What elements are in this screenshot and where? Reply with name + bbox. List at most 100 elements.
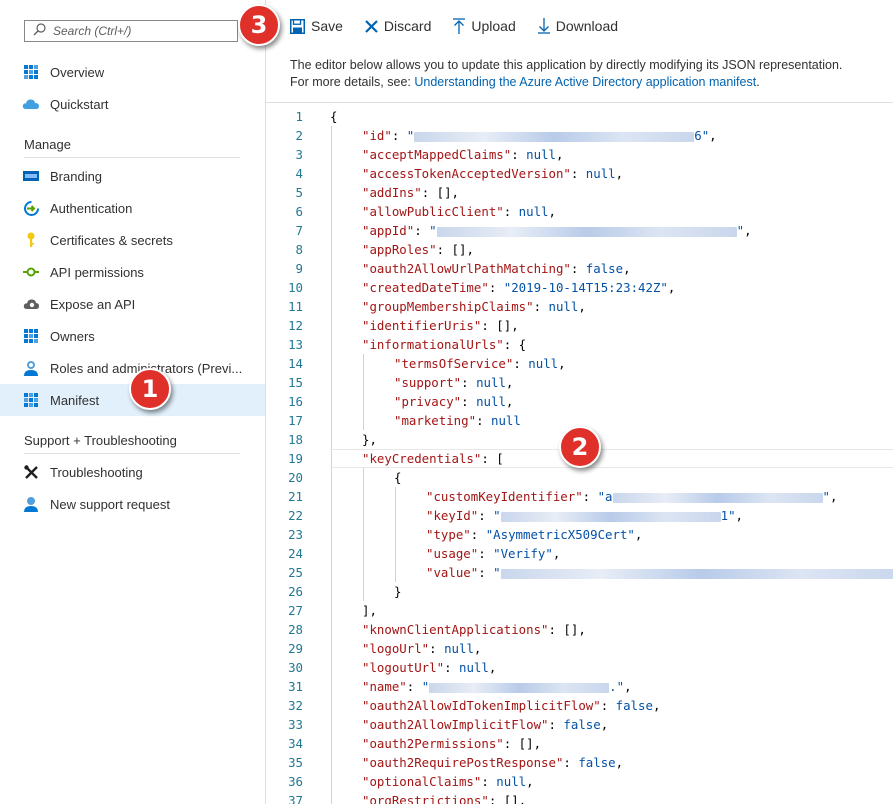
editor-line: 34 "oauth2Permissions": [], [265, 734, 893, 753]
divider [24, 453, 240, 454]
download-button[interactable]: Download [537, 18, 618, 34]
sidebar-item-label: Quickstart [50, 96, 109, 112]
upload-label: Upload [471, 18, 516, 34]
line-number: 33 [288, 717, 303, 732]
line-number: 23 [288, 527, 303, 542]
code-text: "oauth2RequirePostResponse": false, [362, 753, 623, 772]
code-text: "allowPublicClient": null, [362, 202, 556, 221]
sidebar-item-api-permissions[interactable]: API permissions [0, 256, 265, 288]
sidebar-item-label: Branding [50, 168, 103, 184]
line-number: 17 [288, 413, 303, 428]
code-token: , [667, 280, 676, 295]
code-text: "usage": "Verify", [426, 544, 560, 563]
code-token: "type" [426, 527, 471, 542]
code-token: null [458, 660, 489, 675]
sidebar-item-owners[interactable]: Owners [0, 320, 265, 352]
sidebar-item-expose-an-api[interactable]: Expose an API [0, 288, 265, 320]
discard-label: Discard [383, 18, 432, 34]
code-token: null [548, 299, 579, 314]
code-text: "keyCredentials": [ [362, 449, 504, 468]
code-token: "keyCredentials" [362, 451, 482, 466]
editor-line: 37 "orgRestrictions": [], [265, 791, 893, 804]
save-button[interactable]: Save [290, 18, 343, 34]
divider [24, 157, 240, 158]
line-number: 27 [288, 603, 303, 618]
code-text: "acceptMappedClaims": null, [362, 145, 563, 164]
code-text: } [394, 582, 401, 601]
code-text: "addIns": [], [362, 183, 459, 202]
code-token: "value" [426, 565, 479, 580]
code-token: , [615, 755, 624, 770]
owners-grid-icon [22, 327, 40, 345]
code-text: "name": " .", [362, 677, 632, 696]
sidebar-item-authentication[interactable]: Authentication [0, 192, 265, 224]
code-token: "informationalUrls" [362, 337, 504, 352]
code-text: ], [362, 601, 377, 620]
code-token: : { [503, 337, 527, 352]
code-token: "acceptMappedClaims" [362, 147, 512, 162]
line-number: 9 [295, 261, 303, 276]
sidebar-item-certificates-secrets[interactable]: Certificates & secrets [0, 224, 265, 256]
line-number: 37 [288, 793, 303, 804]
line-number: 26 [288, 584, 303, 599]
editor-line: 24 "usage": "Verify", [265, 544, 893, 563]
code-token: : [548, 717, 564, 732]
code-token: ], [362, 603, 377, 618]
search-box[interactable] [24, 20, 238, 42]
key-icon [22, 231, 40, 249]
line-number: 36 [288, 774, 303, 789]
editor-line: 22 "keyId": " 1", [265, 506, 893, 525]
code-token: , [488, 660, 497, 675]
line-number: 34 [288, 736, 303, 751]
editor-line: 11 "groupMembershipClaims": null, [265, 297, 893, 316]
manifest-docs-link[interactable]: Understanding the Azure Active Directory… [414, 75, 756, 89]
code-token: : [513, 356, 529, 371]
upload-button[interactable]: Upload [453, 18, 516, 34]
code-token: ." [609, 679, 625, 694]
search-input[interactable] [53, 24, 223, 38]
code-token: "groupMembershipClaims" [362, 299, 534, 314]
code-token: : [], [548, 622, 586, 637]
editor-line: 32 "oauth2AllowIdTokenImplicitFlow": fals… [265, 696, 893, 715]
editor-line: 6 "allowPublicClient": null, [265, 202, 893, 221]
step-badge-1: 1 [129, 368, 171, 410]
editor-line: 27], [265, 601, 893, 620]
code-token: , [615, 166, 624, 181]
line-number: 12 [288, 318, 303, 333]
code-token: "customKeyIdentifier" [426, 489, 583, 504]
code-token: " [493, 508, 501, 523]
sidebar-item-overview[interactable]: Overview [0, 56, 265, 88]
code-text: "groupMembershipClaims": null, [362, 297, 586, 316]
sidebar-item-label: Expose an API [50, 296, 136, 312]
code-token: : [582, 489, 598, 504]
code-token: : [533, 299, 549, 314]
code-token: null [496, 774, 527, 789]
sidebar-item-branding[interactable]: Branding [0, 160, 265, 192]
code-token: "privacy" [394, 394, 462, 409]
code-token: 1" [720, 508, 736, 523]
code-token: null [585, 166, 616, 181]
code-token: "knownClientApplications" [362, 622, 549, 637]
code-text: "oauth2AllowUrlPathMatching": false, [362, 259, 631, 278]
code-token: "appRoles" [362, 242, 437, 257]
line-number: 10 [288, 280, 303, 295]
sidebar-item-label: Overview [50, 64, 105, 80]
sidebar-item-new-support-request[interactable]: New support request [0, 488, 265, 520]
code-token: " [493, 565, 501, 580]
editor-line: 14 "termsOfService": null, [265, 354, 893, 373]
line-number: 3 [295, 147, 303, 162]
manifest-description: The editor below allows you to update th… [290, 57, 890, 91]
editor-line: 15 "support": null, [265, 373, 893, 392]
sidebar-item-troubleshooting[interactable]: Troubleshooting [0, 456, 265, 488]
support-user-icon [22, 495, 40, 513]
discard-button[interactable]: Discard [365, 18, 431, 34]
command-bar: Save Discard Upload Download [290, 10, 640, 42]
editor-line: 33 "oauth2AllowImplicitFlow": false, [265, 715, 893, 734]
description-line2: For more details, see: Understanding the… [290, 74, 890, 91]
code-token: " [822, 489, 830, 504]
code-token: : [570, 166, 586, 181]
sidebar-item-quickstart[interactable]: Quickstart [0, 88, 265, 120]
code-token: }, [362, 432, 377, 447]
code-token: : [461, 394, 477, 409]
code-token: { [394, 470, 402, 485]
